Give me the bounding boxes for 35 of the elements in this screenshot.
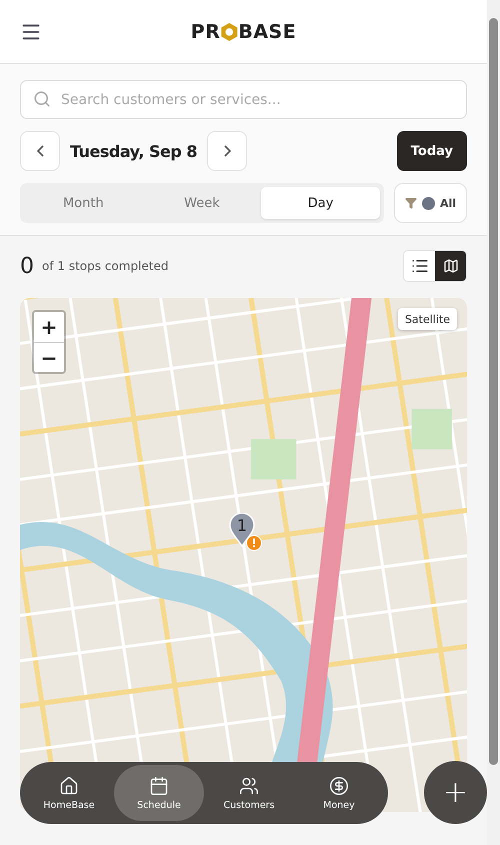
zoom-in-button[interactable]: +: [34, 312, 64, 342]
home-icon: [59, 776, 79, 796]
park-area: [251, 439, 296, 480]
view-tab[interactable]: Day: [261, 187, 380, 219]
map-icon: [442, 258, 458, 274]
hexagon-nut-icon: [220, 22, 238, 42]
map-pin[interactable]: 1: [229, 513, 255, 547]
dollar-icon: [329, 776, 349, 796]
chevron-right-icon: [224, 145, 231, 157]
view-tab[interactable]: Month: [24, 187, 143, 219]
park-area: [412, 408, 452, 450]
map-view-button[interactable]: [435, 251, 466, 281]
chevron-left-icon: [36, 145, 44, 157]
logo: PR BASE: [190, 20, 296, 42]
stops-summary: of 1 stops completed: [42, 259, 168, 273]
list-icon: [410, 257, 428, 275]
scrollbar[interactable]: [487, 0, 500, 845]
view-tab[interactable]: Week: [142, 187, 262, 219]
nav-item[interactable]: HomeBase: [24, 765, 114, 821]
zoom-out-button[interactable]: −: [34, 342, 64, 372]
search-icon: [33, 90, 51, 108]
satellite-button[interactable]: Satellite: [398, 308, 457, 330]
people-icon: [239, 776, 259, 796]
filter-button[interactable]: All: [394, 183, 467, 223]
completed-count: 0: [20, 254, 34, 278]
nav-item[interactable]: Money: [294, 765, 384, 821]
search-field[interactable]: Search customers or services...: [20, 80, 467, 119]
nav-item[interactable]: Schedule: [114, 765, 204, 821]
today-button[interactable]: Today: [396, 131, 467, 171]
calendar-icon: [149, 776, 169, 796]
list-view-button[interactable]: [404, 251, 435, 281]
date-title: Tuesday, Sep 8: [70, 142, 198, 160]
add-button[interactable]: +: [424, 761, 487, 824]
filter-icon: [404, 197, 417, 209]
nav-item[interactable]: Customers: [204, 765, 294, 821]
